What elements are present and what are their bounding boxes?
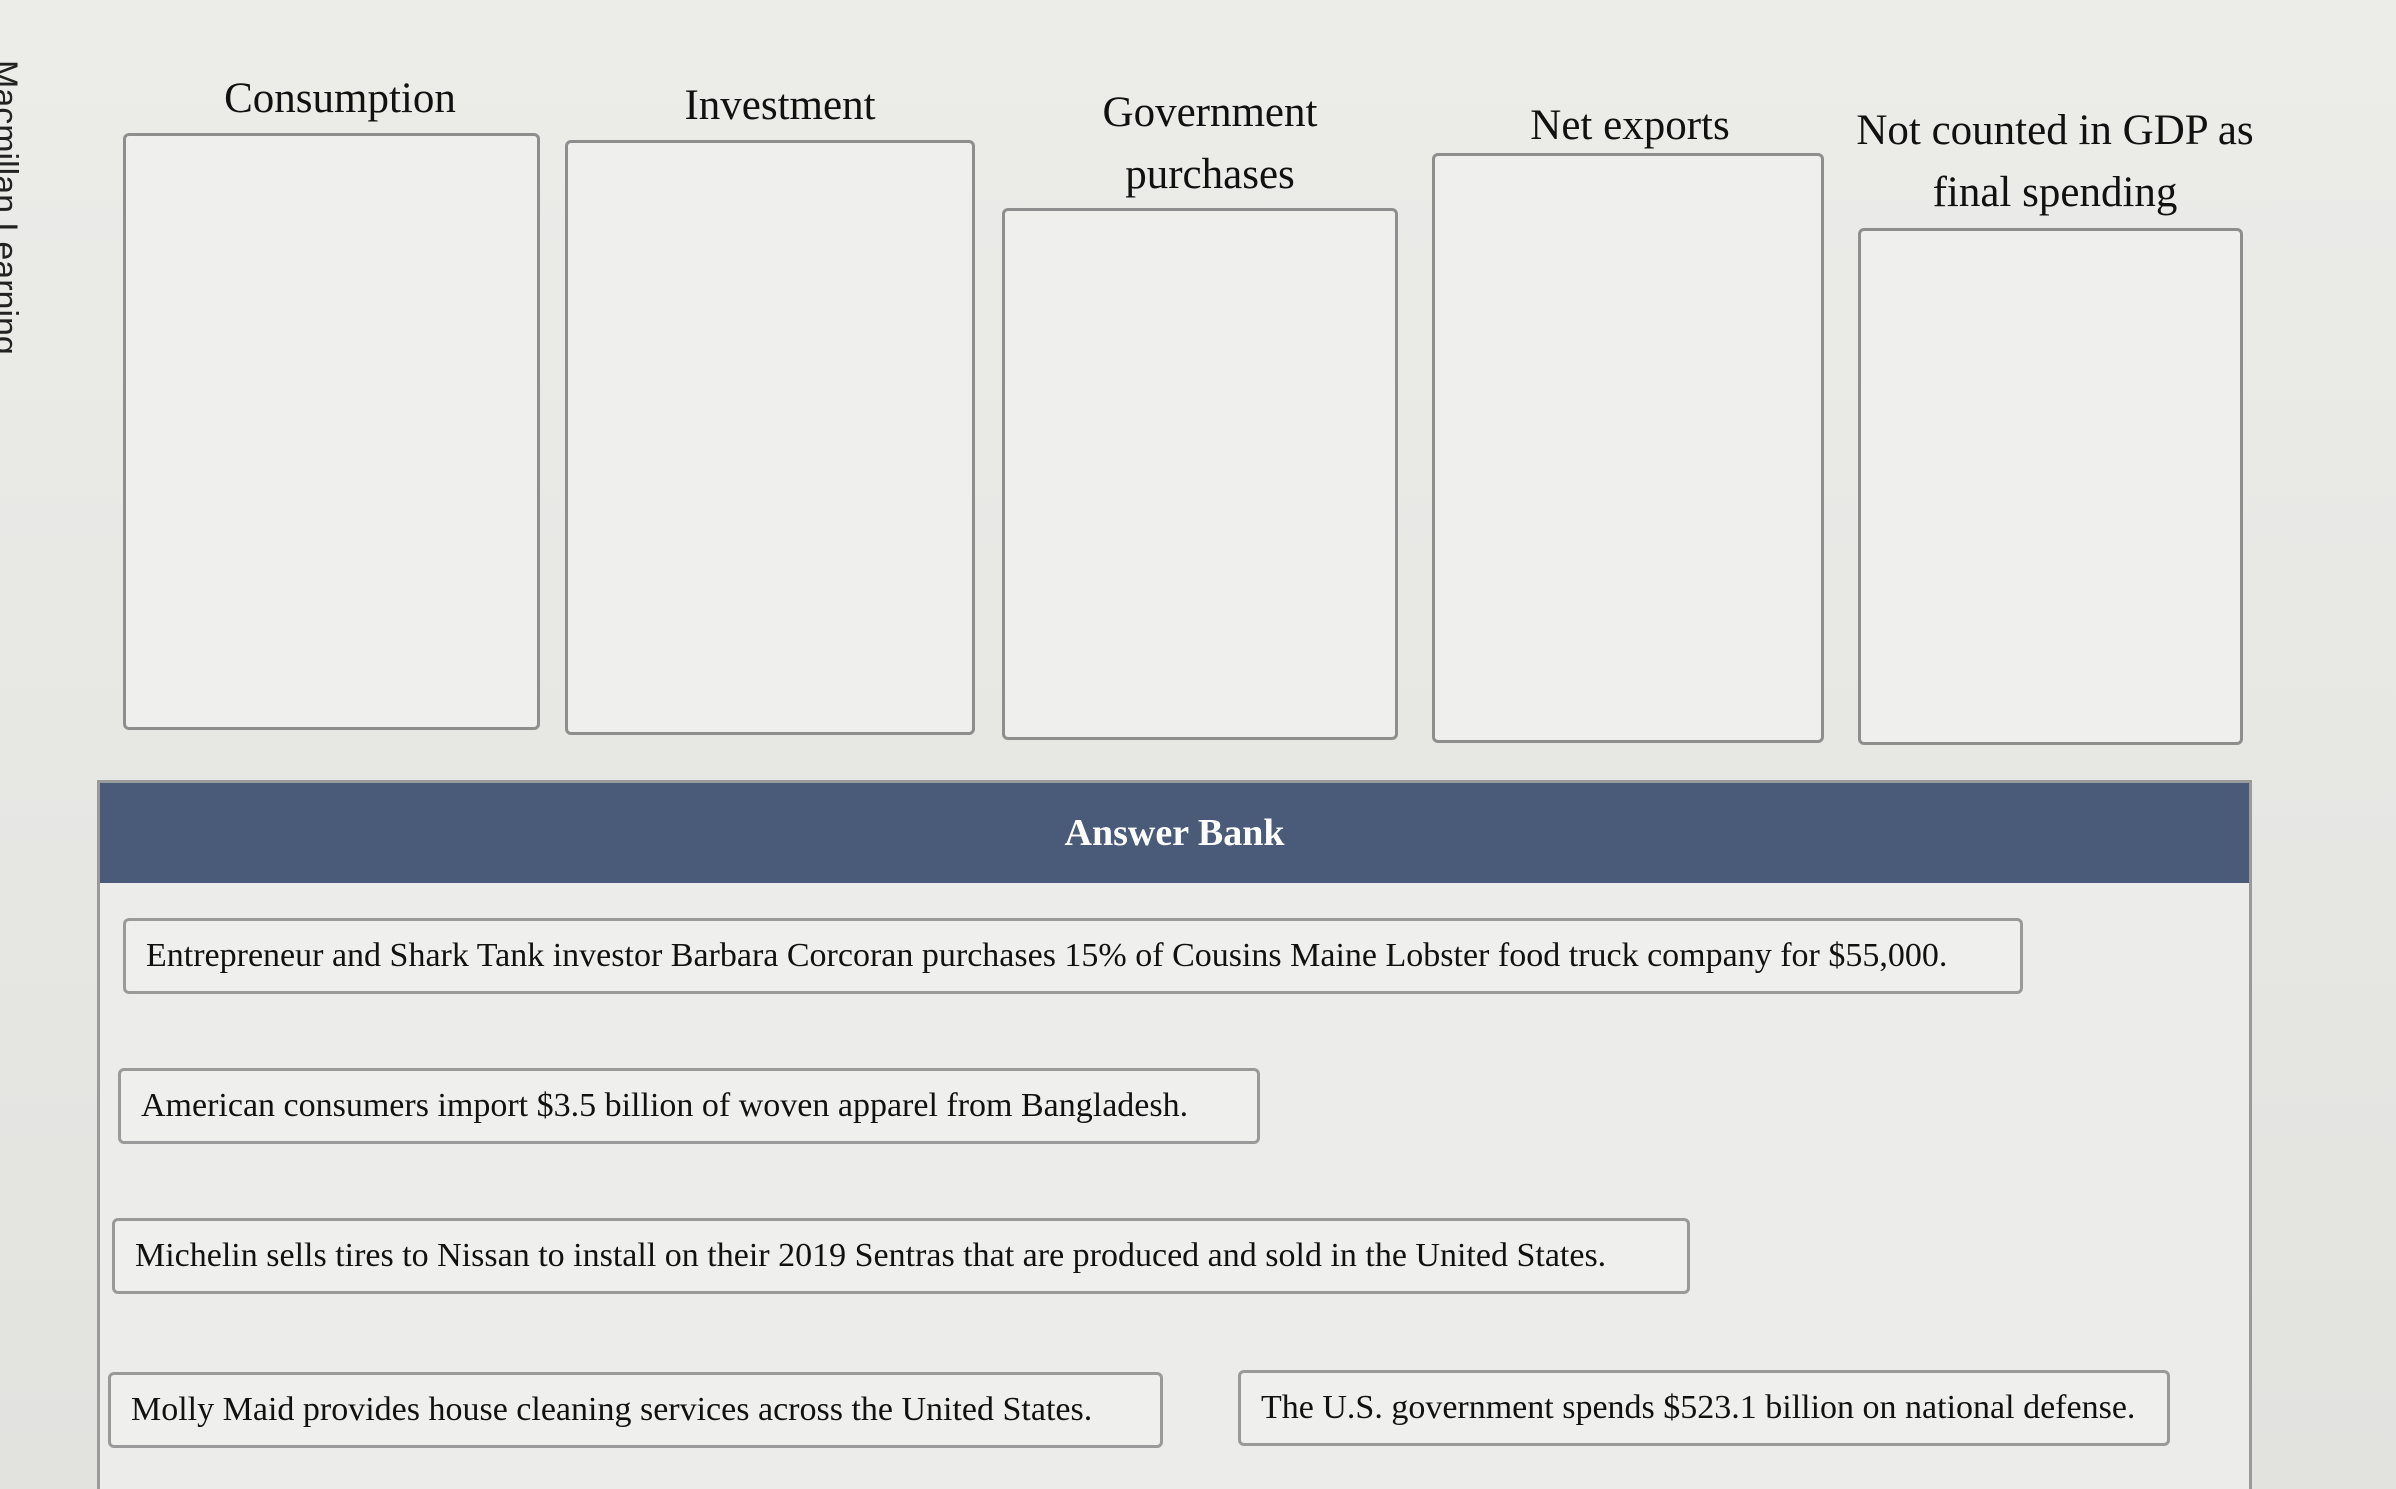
answer-item-apparel-import[interactable]: American consumers import $3.5 billion o… xyxy=(118,1068,1260,1144)
category-label: Not counted in GDP as final spending xyxy=(1856,107,2254,216)
sidebar-text-fragment: Macmillan Learning xyxy=(0,60,24,355)
answer-bank-title: Answer Bank xyxy=(100,783,2249,883)
answer-item-national-defense[interactable]: The U.S. government spends $523.1 billio… xyxy=(1238,1370,2170,1446)
page: Macmillan Learning Consumption Investmen… xyxy=(0,0,2396,1489)
answer-item-michelin-tires[interactable]: Michelin sells tires to Nissan to instal… xyxy=(112,1218,1690,1294)
answer-item-molly-maid[interactable]: Molly Maid provides house cleaning servi… xyxy=(108,1372,1163,1448)
category-investment: Investment xyxy=(600,75,960,137)
category-label: Consumption xyxy=(224,75,456,122)
drop-zone-investment[interactable] xyxy=(565,140,975,735)
answer-item-corcoran[interactable]: Entrepreneur and Shark Tank investor Bar… xyxy=(123,918,2023,994)
drop-zone-government-purchases[interactable] xyxy=(1002,208,1398,740)
drop-zone-net-exports[interactable] xyxy=(1432,153,1824,743)
category-government-purchases: Government purchases xyxy=(1060,82,1360,206)
category-not-counted: Not counted in GDP as final spending xyxy=(1850,100,2260,224)
drop-zone-consumption[interactable] xyxy=(123,133,540,730)
category-label: Investment xyxy=(684,82,876,129)
category-net-exports: Net exports xyxy=(1450,95,1810,157)
category-label: Net exports xyxy=(1530,102,1730,149)
category-consumption: Consumption xyxy=(160,68,520,130)
drop-zone-not-counted[interactable] xyxy=(1858,228,2243,745)
category-label: Government purchases xyxy=(1102,89,1318,198)
